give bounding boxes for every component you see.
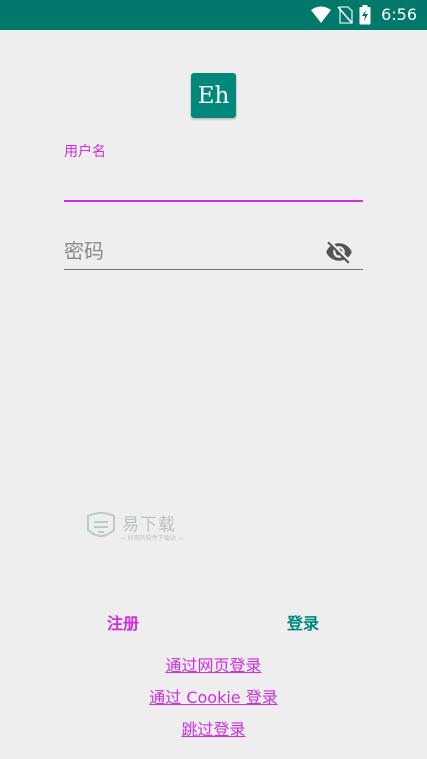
register-button[interactable]: 注册 xyxy=(107,610,139,634)
login-button[interactable]: 登录 xyxy=(287,610,319,634)
skip-login-link[interactable]: 跳过登录 xyxy=(0,720,427,740)
password-underline xyxy=(64,269,363,270)
password-input[interactable] xyxy=(64,236,319,266)
app-logo-text: Eh xyxy=(197,82,230,109)
status-bar: 6:56 xyxy=(0,0,427,30)
username-input[interactable] xyxy=(64,168,363,198)
watermark-logo-icon xyxy=(87,512,115,537)
web-login-link[interactable]: 通过网页登录 xyxy=(0,656,427,676)
battery-charging-icon xyxy=(359,5,371,25)
watermark: 易下载 — 好用的软件下载站 — xyxy=(86,510,184,544)
watermark-slogan: — 好用的软件下载站 — xyxy=(120,535,184,542)
username-label: 用户名 xyxy=(64,144,106,160)
status-icons: 6:56 xyxy=(311,5,417,25)
username-underline xyxy=(64,200,363,202)
cookie-login-link[interactable]: 通过 Cookie 登录 xyxy=(0,688,427,708)
no-sim-icon xyxy=(337,6,353,24)
watermark-text: 易下载 xyxy=(122,515,176,535)
visibility-off-icon[interactable] xyxy=(325,238,353,266)
status-time: 6:56 xyxy=(381,5,417,24)
wifi-icon xyxy=(311,6,332,23)
app-logo: Eh xyxy=(191,73,236,118)
